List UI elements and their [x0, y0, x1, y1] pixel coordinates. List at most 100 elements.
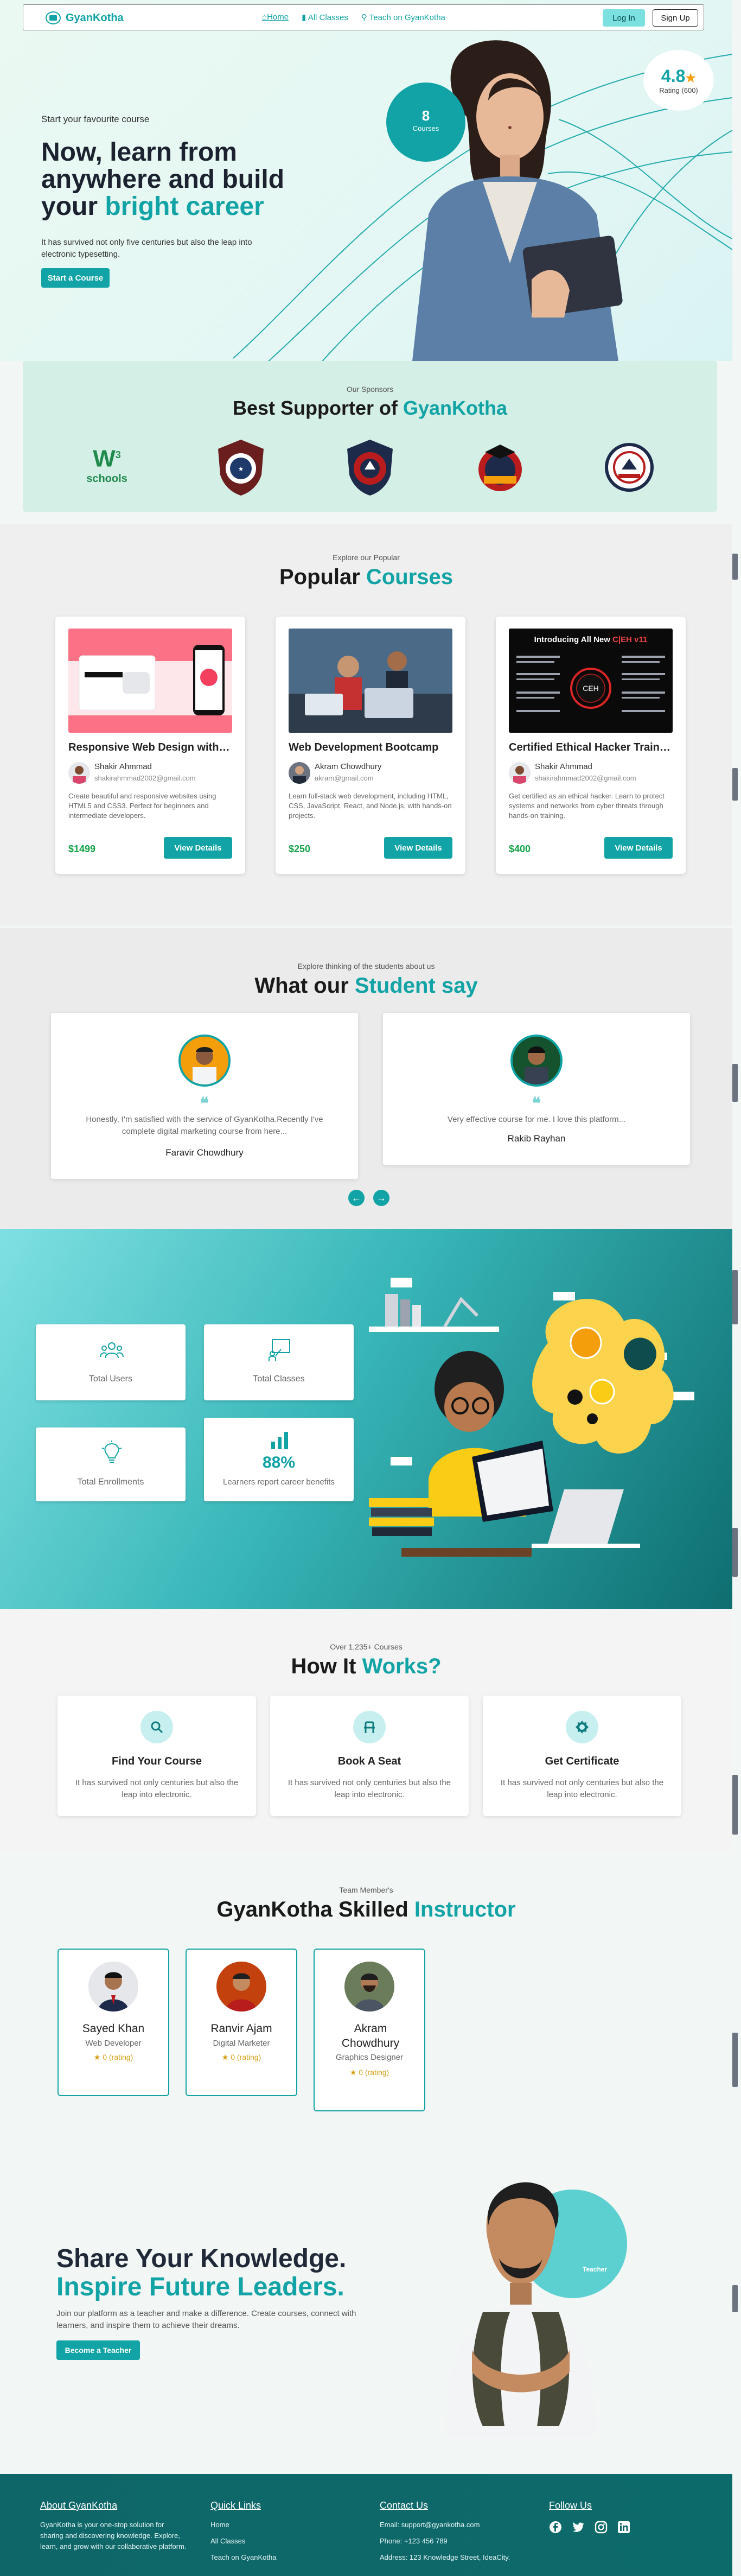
view-details-button[interactable]: View Details	[604, 837, 673, 859]
step-card: Book A Seat It has survived not only cen…	[270, 1696, 469, 1816]
users-icon	[100, 1342, 124, 1359]
career-benefit-value: 88%	[262, 1454, 296, 1471]
brand-logo[interactable]: GyanKotha	[45, 11, 124, 25]
become-teacher-button[interactable]: Become a Teacher	[56, 2340, 140, 2360]
nav-links: ⌂Home ▮ All Classes ⚲ Teach on GyanKotha	[262, 12, 445, 22]
course-title[interactable]: Web Development Bootcamp	[289, 741, 452, 754]
scroll-marker	[732, 1775, 738, 1835]
sponsors-title: Best Supporter of GyanKotha	[232, 397, 508, 419]
footer-contact-title: Contact Us	[380, 2500, 429, 2511]
footer-links-title: Quick Links	[210, 2500, 261, 2511]
step-description: It has survived not only centuries but a…	[288, 1778, 451, 1799]
scroll-marker	[732, 768, 738, 801]
instructor-rating: ★ 0 (rating)	[349, 2068, 389, 2077]
rating-badge: 4.8★ Rating (600)	[643, 50, 714, 111]
instagram-icon[interactable]	[595, 2521, 608, 2534]
instructor-name: Ranvir Ajam	[210, 2022, 272, 2035]
scroll-marker	[732, 1064, 738, 1102]
courses-title: Popular Courses	[279, 565, 453, 589]
bar-chart-icon	[271, 1432, 288, 1449]
sponsor-logo-w3schools: W3 schools	[86, 445, 127, 485]
footer-email: Email: support@gyankotha.com	[380, 2521, 480, 2529]
instructor-email: shakirahmmad2002@gmail.com	[94, 774, 196, 782]
footer-link-teach[interactable]: Teach on GyanKotha	[210, 2552, 276, 2563]
view-details-button[interactable]: View Details	[384, 837, 452, 859]
instructor-role: Web Developer	[85, 2039, 142, 2048]
course-title[interactable]: Certified Ethical Hacker Training	[509, 741, 673, 754]
step-description: It has survived not only centuries but a…	[500, 1778, 664, 1799]
twitter-icon[interactable]	[572, 2521, 585, 2534]
stat-card-users: Total Users	[36, 1324, 186, 1400]
how-subtitle: Over 1,235+ Courses	[330, 1642, 403, 1651]
step-title: Book A Seat	[337, 1755, 401, 1767]
social-links	[549, 2521, 630, 2534]
hero-kicker: Start your favourite course	[41, 114, 150, 124]
course-thumbnail: Introducing All New C|EH v11 CEH	[509, 629, 673, 733]
prev-testimonial-button[interactable]: ←	[348, 1190, 365, 1206]
testimonial-card: ❝ Very effective course for me. I love t…	[383, 1013, 690, 1165]
nav-all-classes[interactable]: ▮ All Classes	[302, 12, 348, 22]
brand-name: GyanKotha	[66, 11, 124, 24]
instructor-card[interactable]: Ranvir Ajam Digital Marketer ★ 0 (rating…	[186, 1949, 297, 2096]
top-navbar: GyanKotha ⌂Home ▮ All Classes ⚲ Teach on…	[23, 4, 704, 30]
start-course-button[interactable]: Start a Course	[41, 268, 110, 288]
next-testimonial-button[interactable]: →	[373, 1190, 389, 1206]
testimonials-title: What our Student say	[254, 974, 478, 998]
nav-home[interactable]: ⌂Home	[262, 12, 289, 22]
sponsors-subtitle: Our Sponsors	[346, 385, 394, 394]
presentation-icon	[269, 1339, 290, 1361]
sponsor-logo-4	[478, 445, 522, 491]
login-button[interactable]: Log In	[603, 9, 645, 27]
instructor-avatar	[344, 1962, 394, 2012]
step-card: Find Your Course It has survived not onl…	[58, 1696, 256, 1816]
course-card[interactable]: Introducing All New C|EH v11 CEH Certifi…	[496, 617, 686, 874]
star-icon: ★	[221, 2053, 229, 2061]
instructor-card[interactable]: Akram Chowdhury Graphics Designer ★ 0 (r…	[314, 1949, 425, 2111]
instructor-avatar	[68, 762, 90, 784]
course-title[interactable]: Responsive Web Design with HTML5 & CSS3	[68, 741, 232, 754]
instructor-card[interactable]: Sayed Khan Web Developer ★ 0 (rating)	[58, 1949, 169, 2096]
sponsor-logo-3	[347, 440, 393, 496]
footer-follow-title: Follow Us	[549, 2500, 592, 2511]
testimonial-text: Very effective course for me. I love thi…	[447, 1115, 626, 1124]
footer-link-home[interactable]: Home	[210, 2520, 229, 2530]
course-thumbnail	[68, 629, 232, 733]
hero-description: It has survived not only five centuries …	[41, 238, 252, 259]
course-card[interactable]: Web Development Bootcamp Akram Chowdhury…	[276, 617, 465, 874]
instructor-name: Shakir Ahmmad	[94, 762, 152, 771]
seat-icon	[353, 1711, 386, 1743]
course-card[interactable]: Responsive Web Design with HTML5 & CSS3 …	[55, 617, 245, 874]
student-reading-illustration	[369, 1278, 694, 1557]
stat-card-classes: Total Classes	[204, 1324, 354, 1400]
logo-icon	[46, 11, 61, 24]
scroll-marker	[732, 1270, 738, 1324]
rating-label: Rating (600)	[659, 86, 698, 94]
facebook-icon[interactable]	[549, 2521, 562, 2534]
star-icon: ★	[685, 71, 697, 85]
courses-badge-count: 8	[421, 107, 430, 124]
linkedin-icon[interactable]	[617, 2521, 630, 2534]
stats-section: Total Users Total Classes Total Enrollme…	[0, 1229, 732, 1609]
quote-icon: ❝	[200, 1095, 209, 1113]
become-teacher-section: Share Your Knowledge. Inspire Future Lead…	[0, 2155, 732, 2474]
footer-about-title: About GyanKotha	[40, 2500, 118, 2511]
courses-badge-label: Courses	[412, 124, 439, 132]
instructor-name: Shakir Ahmmad	[535, 762, 592, 771]
book-icon: ▮	[302, 13, 306, 22]
site-footer: About GyanKotha GyanKotha is your one-st…	[0, 2474, 732, 2576]
teacher-icon: ⚲	[361, 13, 367, 22]
testimonial-card: ❝ Honestly, I'm satisfied with the servi…	[51, 1013, 358, 1179]
footer-phone: Phone: +123 456 789	[380, 2537, 448, 2545]
scroll-marker	[732, 2285, 738, 2312]
instructors-subtitle: Team Member's	[339, 1886, 393, 1894]
instructor-email: akram@gmail.com	[315, 774, 374, 782]
course-description: Get certified as an ethical hacker. Lear…	[509, 792, 665, 820]
hero-student-image	[353, 35, 667, 361]
footer-link-all-classes[interactable]: All Classes	[210, 2536, 245, 2547]
certificate-icon	[566, 1711, 598, 1743]
view-details-button[interactable]: View Details	[164, 837, 232, 859]
signup-button[interactable]: Sign Up	[653, 9, 698, 27]
course-price: $1499	[68, 843, 96, 854]
course-description: Create beautiful and responsive websites…	[68, 792, 216, 820]
nav-teach[interactable]: ⚲ Teach on GyanKotha	[361, 12, 445, 22]
